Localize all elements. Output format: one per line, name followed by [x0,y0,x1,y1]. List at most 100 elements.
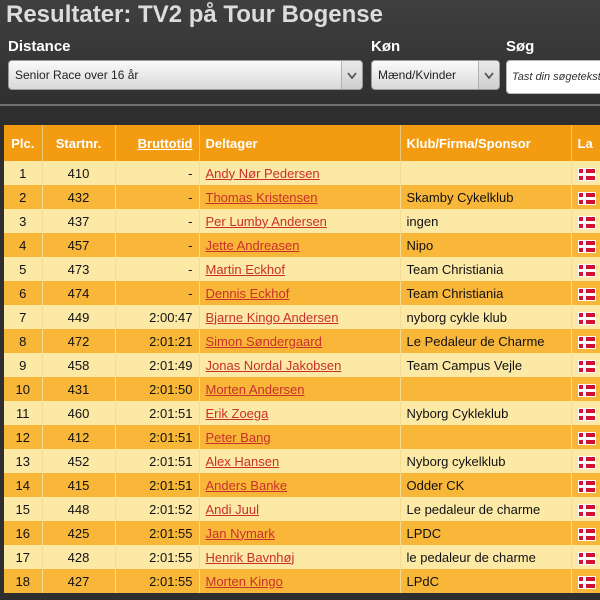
cell-start-number: 425 [42,521,116,545]
denmark-flag-icon [577,407,596,421]
search-label: Søg [506,38,535,55]
table-header-row: Plc. Startnr. Bruttotid Deltager Klub/Fi… [4,125,600,161]
participant-link[interactable]: Jette Andreasen [206,238,300,253]
cell-country [571,425,600,449]
table-row: 3 437- Per Lumby Andersen ingen [4,209,600,233]
cell-participant: Jan Nymark [199,521,401,545]
participant-link[interactable]: Per Lumby Andersen [206,214,327,229]
results-table: Plc. Startnr. Bruttotid Deltager Klub/Fi… [4,125,600,593]
cell-start-number: 427 [42,569,116,593]
denmark-flag-icon [577,239,596,253]
column-header-start-number: Startnr. [42,125,116,161]
table-row: 10 431 2:01:50 Morten Andersen [4,377,600,401]
cell-club: nyborg cykle klub [400,305,572,329]
cell-club: Team Campus Vejle [400,353,572,377]
participant-link[interactable]: Simon Søndergaard [206,334,322,349]
cell-gross-time: - [115,161,200,185]
chevron-down-icon [478,61,499,89]
cell-club: LPDC [400,521,572,545]
cell-participant: Erik Zoega [199,401,401,425]
cell-club: Team Christiania [400,281,572,305]
participant-link[interactable]: Jonas Nordal Jakobsen [206,358,342,373]
cell-gross-time: - [115,281,200,305]
participant-link[interactable]: Peter Bang [206,430,271,445]
cell-start-number: 472 [42,329,116,353]
cell-place: 8 [4,329,43,353]
cell-club: Nyborg Cykleklub [400,401,572,425]
participant-link[interactable]: Andi Juul [206,502,259,517]
search-input[interactable] [506,60,600,94]
gender-select-value: Mænd/Kvinder [378,68,457,82]
denmark-flag-icon [577,575,596,589]
divider [0,104,600,106]
cell-place: 3 [4,209,43,233]
denmark-flag-icon [577,167,596,181]
cell-start-number: 412 [42,425,116,449]
gender-select[interactable]: Mænd/Kvinder [371,60,500,90]
participant-link[interactable]: Morten Andersen [206,382,305,397]
cell-place: 16 [4,521,43,545]
distance-select[interactable]: Senior Race over 16 år [8,60,363,90]
cell-country [571,209,600,233]
cell-gross-time: 2:01:51 [115,449,200,473]
column-header-club: Klub/Firma/Sponsor [400,125,572,161]
cell-club [400,161,572,185]
participant-link[interactable]: Jan Nymark [206,526,275,541]
participant-link[interactable]: Anders Banke [206,478,288,493]
participant-link[interactable]: Dennis Eckhof [206,286,290,301]
denmark-flag-icon [577,455,596,469]
participant-link[interactable]: Bjarne Kingo Andersen [206,310,339,325]
denmark-flag-icon [577,215,596,229]
cell-participant: Peter Bang [199,425,401,449]
cell-start-number: 415 [42,473,116,497]
cell-place: 7 [4,305,43,329]
gender-label: Køn [371,38,401,55]
cell-gross-time: - [115,209,200,233]
table-row: 17 428 2:01:55 Henrik Bavnhøj le pedaleur de… [4,545,600,569]
table-row: 16 425 2:01:55 Jan Nymark LPDC [4,521,600,545]
cell-club: Le Pedaleur de Charme [400,329,572,353]
cell-participant: Jette Andreasen [199,233,401,257]
cell-participant: Thomas Kristensen [199,185,401,209]
sort-gross-time-link[interactable]: Bruttotid [138,136,193,151]
cell-gross-time: 2:01:55 [115,521,200,545]
cell-gross-time: 2:01:49 [115,353,200,377]
cell-country [571,329,600,353]
cell-start-number: 448 [42,497,116,521]
cell-gross-time: - [115,185,200,209]
cell-club: Skamby Cykelklub [400,185,572,209]
cell-start-number: 457 [42,233,116,257]
participant-link[interactable]: Thomas Kristensen [206,190,318,205]
participant-link[interactable]: Andy Nør Pedersen [206,166,320,181]
cell-place: 2 [4,185,43,209]
cell-participant: Morten Andersen [199,377,401,401]
cell-participant: Anders Banke [199,473,401,497]
cell-place: 5 [4,257,43,281]
cell-country [571,497,600,521]
column-header-gross-time[interactable]: Bruttotid [115,125,200,161]
cell-gross-time: 2:01:51 [115,401,200,425]
participant-link[interactable]: Morten Kingo [206,574,283,589]
cell-country [571,545,600,569]
cell-country [571,305,600,329]
cell-participant: Bjarne Kingo Andersen [199,305,401,329]
cell-participant: Morten Kingo [199,569,401,593]
participant-link[interactable]: Martin Eckhof [206,262,285,277]
cell-participant: Andy Nør Pedersen [199,161,401,185]
table-row: 1 410- Andy Nør Pedersen [4,161,600,185]
cell-country [571,353,600,377]
cell-participant: Martin Eckhof [199,257,401,281]
participant-link[interactable]: Erik Zoega [206,406,269,421]
cell-place: 6 [4,281,43,305]
denmark-flag-icon [577,527,596,541]
denmark-flag-icon [577,359,596,373]
denmark-flag-icon [577,383,596,397]
denmark-flag-icon [577,551,596,565]
participant-link[interactable]: Alex Hansen [206,454,280,469]
cell-start-number: 432 [42,185,116,209]
denmark-flag-icon [577,311,596,325]
cell-country [571,233,600,257]
distance-select-value: Senior Race over 16 år [15,68,139,82]
participant-link[interactable]: Henrik Bavnhøj [206,550,295,565]
cell-gross-time: 2:01:51 [115,425,200,449]
